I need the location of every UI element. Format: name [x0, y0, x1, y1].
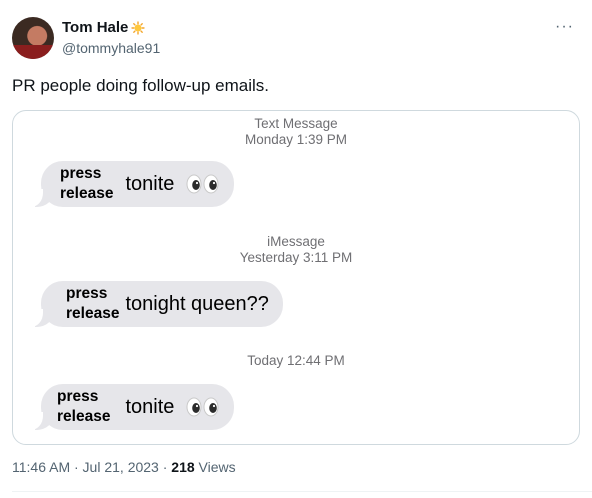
message-date: Monday 1:39 PM: [244, 132, 348, 147]
message-header-top: Text Message Monday 1:39 PM: [13, 116, 579, 148]
message-bubble: press release tonite: [29, 384, 234, 430]
message-header-bottom: Today 12:44 PM: [13, 353, 579, 369]
press-release-sticker: press release: [60, 164, 113, 204]
avatar[interactable]: [12, 17, 54, 59]
tweet-timestamp[interactable]: 11:46 AM · Jul 21, 2023 ·: [12, 459, 171, 475]
more-options-icon[interactable]: ···: [555, 19, 574, 35]
author-name-row: Tom Hale: [62, 19, 146, 37]
message-date: Yesterday 3:11 PM: [239, 250, 353, 265]
divider: [12, 491, 592, 492]
service-label: Text Message: [254, 116, 338, 131]
sticker-line: release: [60, 185, 114, 202]
tweet: Tom Hale @tommyhale91 ··· PR people doin…: [0, 0, 592, 498]
message-text-content: tonite: [125, 395, 175, 418]
bubble-tail: [29, 309, 53, 327]
press-release-sticker: press release: [66, 284, 119, 324]
views-count[interactable]: 218: [171, 459, 194, 475]
author-handle[interactable]: @tommyhale91: [62, 40, 160, 56]
message-header-middle: iMessage Yesterday 3:11 PM: [13, 234, 579, 266]
message-bubble: press release tonite: [29, 161, 234, 207]
message-text: tonite: [125, 396, 220, 419]
sticker-line: press: [60, 165, 102, 182]
press-release-sticker: press release: [57, 387, 110, 427]
sticker-line: press: [57, 388, 99, 405]
message-text-content: tonight queen??: [125, 292, 269, 315]
eyes-emoji-icon: [186, 174, 219, 194]
sun-emoji-icon: [131, 21, 146, 35]
bubble-tail: [29, 189, 53, 207]
sticker-line: press: [66, 285, 108, 302]
service-label: iMessage: [267, 234, 325, 249]
sticker-line: release: [66, 305, 120, 322]
tweet-timestamp-row: 11:46 AM · Jul 21, 2023 · 218 Views: [12, 459, 236, 475]
display-name[interactable]: Tom Hale: [62, 19, 128, 37]
eyes-emoji-icon: [186, 397, 219, 417]
message-text: tonight queen??: [125, 293, 268, 316]
message-text: tonite: [125, 173, 220, 196]
message-date: Today 12:44 PM: [247, 353, 345, 368]
bubble-tail: [29, 412, 53, 430]
tweet-media-image[interactable]: Text Message Monday 1:39 PM press releas…: [12, 110, 580, 445]
message-text-content: tonite: [125, 172, 175, 195]
message-bubble: press release tonight queen??: [29, 281, 283, 327]
views-label: Views: [194, 459, 236, 475]
tweet-text: PR people doing follow-up emails.: [12, 76, 270, 95]
sticker-line: release: [57, 408, 111, 425]
